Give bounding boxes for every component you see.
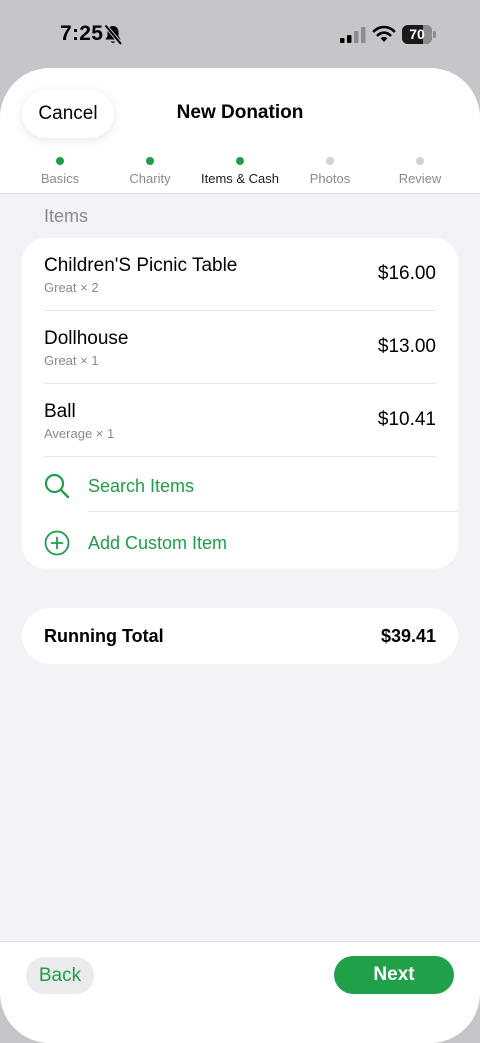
step-photos: Photos xyxy=(285,156,375,186)
next-button[interactable]: Next xyxy=(334,956,454,994)
bell-slash-icon xyxy=(103,24,123,46)
step-label: Items & Cash xyxy=(200,171,280,186)
item-detail: Great × 1 xyxy=(44,353,99,368)
step-dot xyxy=(326,157,334,165)
search-items-label: Search Items xyxy=(88,476,195,496)
item-row[interactable]: Children'S Picnic Table Great × 2 $16.00 xyxy=(44,238,436,311)
items-card: Children'S Picnic Table Great × 2 $16.00… xyxy=(22,238,458,569)
donation-sheet: Cancel New Donation Basics Charity Items… xyxy=(0,68,480,1043)
step-basics: Basics xyxy=(15,156,105,186)
signal-icon xyxy=(340,27,366,43)
page-title: New Donation xyxy=(176,102,304,123)
step-dot xyxy=(236,157,244,165)
status-time: 7:25 xyxy=(60,22,104,45)
running-total-label: Running Total xyxy=(44,626,164,646)
step-dot xyxy=(416,157,424,165)
running-total-value: $39.41 xyxy=(380,626,436,646)
search-items-button[interactable]: Search Items xyxy=(44,457,436,514)
add-custom-item-button[interactable]: Add Custom Item xyxy=(44,514,436,569)
item-price: $16.00 xyxy=(377,263,436,284)
back-button[interactable]: Back xyxy=(26,957,94,994)
footer-bar: Back Next xyxy=(0,941,480,1043)
items-section-label: Items xyxy=(44,206,89,226)
step-label: Basics xyxy=(40,171,80,186)
item-name: Ball xyxy=(44,401,76,422)
step-dot xyxy=(146,157,154,165)
progress-stepper: Basics Charity Items & Cash Photos Revie… xyxy=(15,156,465,186)
item-row[interactable]: Dollhouse Great × 1 $13.00 xyxy=(44,311,436,384)
item-detail: Great × 2 xyxy=(44,280,99,295)
item-name: Dollhouse xyxy=(44,328,129,349)
item-price: $13.00 xyxy=(377,336,436,357)
battery-level: 70 xyxy=(409,26,425,42)
battery-icon: 70 xyxy=(402,25,436,44)
step-review: Review xyxy=(375,156,465,186)
plus-circle-icon xyxy=(44,530,70,556)
sheet-header: Cancel New Donation Basics Charity Items… xyxy=(0,68,480,194)
item-name: Children'S Picnic Table xyxy=(44,255,238,276)
step-charity: Charity xyxy=(105,156,195,186)
running-total-card: Running Total $39.41 xyxy=(22,608,458,664)
divider xyxy=(88,511,458,512)
add-custom-item-label: Add Custom Item xyxy=(88,533,228,553)
magnifier-icon xyxy=(44,473,70,499)
status-bar: 7:25 70 xyxy=(0,0,480,68)
step-label: Photos xyxy=(309,171,351,186)
item-price: $10.41 xyxy=(377,409,436,430)
step-dot xyxy=(56,157,64,165)
step-label: Charity xyxy=(129,171,171,186)
item-detail: Average × 1 xyxy=(44,426,115,441)
step-items-cash: Items & Cash xyxy=(195,156,285,186)
step-label: Review xyxy=(398,171,442,186)
wifi-icon xyxy=(372,25,396,42)
item-row[interactable]: Ball Average × 1 $10.41 xyxy=(44,384,436,457)
